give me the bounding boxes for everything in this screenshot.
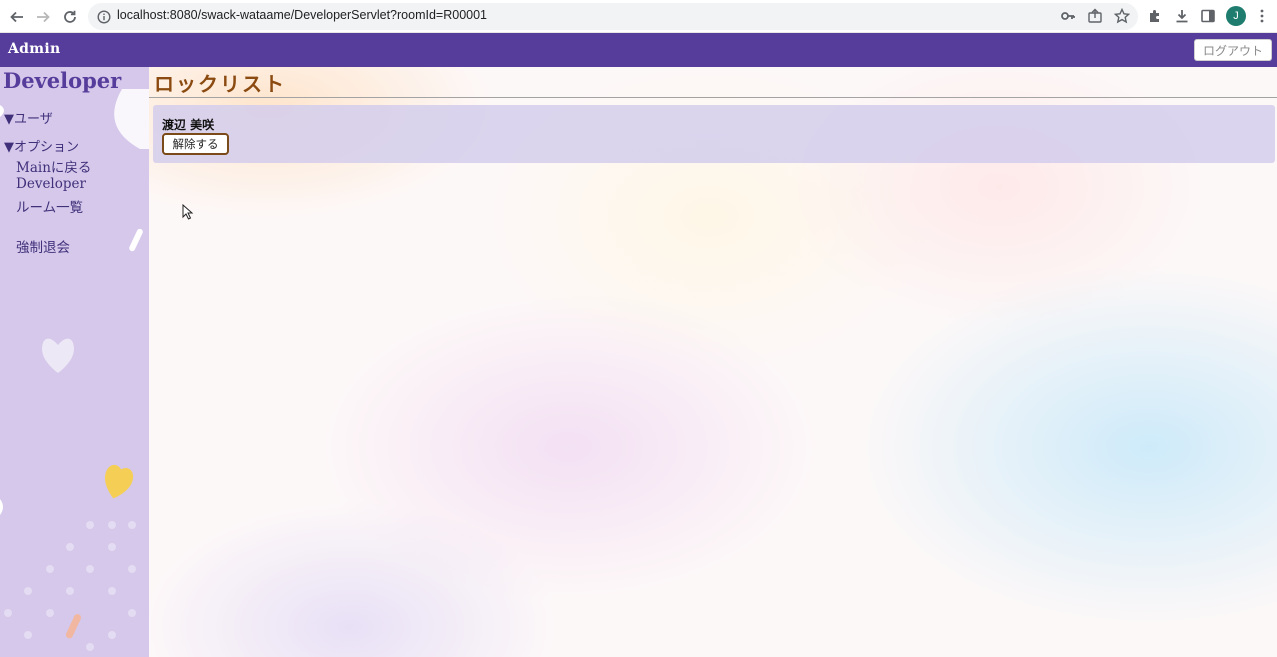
extensions-icon[interactable] — [1146, 7, 1164, 25]
sidebar: Developer ▼ユーザ ▼オプション Mainに戻る Developer … — [0, 67, 149, 657]
back-icon[interactable] — [6, 6, 28, 28]
option-section-toggle[interactable]: ▼オプション — [4, 136, 79, 155]
admin-title: Admin — [8, 41, 61, 57]
page-title: ロックリスト — [154, 72, 286, 96]
browser-toolbar: localhost:8080/swack-wataame/DeveloperSe… — [0, 0, 1277, 33]
url-text[interactable]: localhost:8080/swack-wataame/DeveloperSe… — [117, 8, 487, 22]
sidebar-title: Developer — [3, 68, 122, 93]
forward-icon[interactable] — [32, 6, 54, 28]
key-icon[interactable] — [1059, 7, 1077, 25]
reload-icon[interactable] — [59, 6, 81, 28]
address-bar[interactable]: localhost:8080/swack-wataame/DeveloperSe… — [88, 3, 1138, 30]
mouse-cursor-icon — [182, 204, 194, 220]
locked-user-name: 渡辺 美咲 — [162, 118, 215, 132]
logout-button[interactable]: ログアウト — [1194, 39, 1272, 61]
back-to-main-link[interactable]: Mainに戻る — [16, 156, 91, 176]
menu-icon[interactable] — [1253, 7, 1271, 25]
sidepanel-icon[interactable] — [1199, 7, 1217, 25]
share-icon[interactable] — [1086, 7, 1104, 25]
title-divider — [149, 97, 1277, 98]
info-icon[interactable] — [97, 9, 111, 28]
star-icon[interactable] — [1113, 7, 1131, 25]
room-list-link[interactable]: ルーム一覧 — [16, 196, 83, 216]
force-leave-link[interactable]: 強制退会 — [16, 236, 70, 256]
user-section-toggle[interactable]: ▼ユーザ — [4, 108, 53, 127]
locked-user-card: 渡辺 美咲 解除する — [153, 105, 1275, 163]
app-header: Admin ログアウト — [0, 33, 1277, 67]
profile-avatar[interactable]: J — [1226, 6, 1246, 26]
developer-link[interactable]: Developer — [16, 176, 86, 192]
unlock-button[interactable]: 解除する — [162, 133, 229, 155]
download-icon[interactable] — [1173, 7, 1191, 25]
main-content: ロックリスト 渡辺 美咲 解除する — [149, 67, 1277, 657]
